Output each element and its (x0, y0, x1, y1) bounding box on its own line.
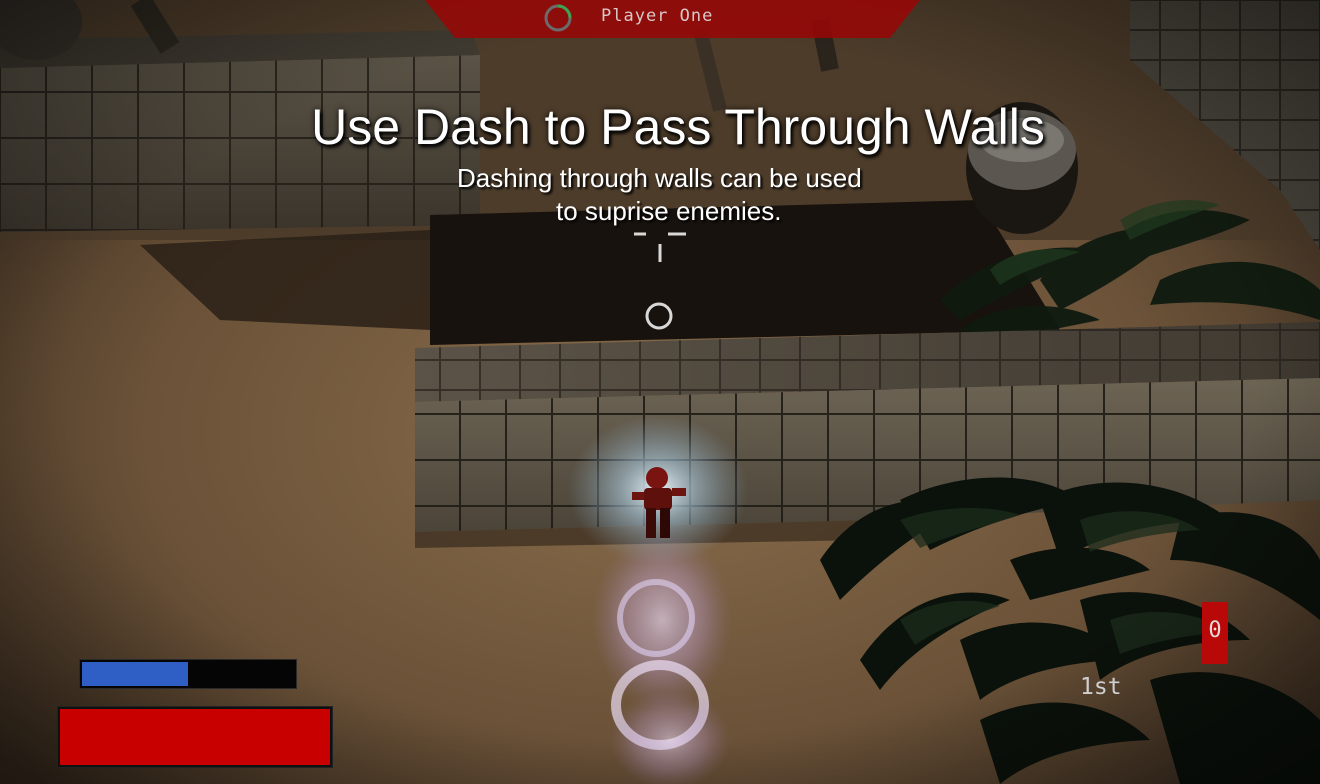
game-viewport: Player One Use Dash to Pass Through Wall… (0, 0, 1320, 784)
tutorial-title: Use Dash to Pass Through Walls (311, 99, 1045, 155)
crosshair-icon (634, 232, 686, 262)
rank-label: 1st (1080, 674, 1122, 700)
player-name: Player One (601, 6, 714, 26)
dash-meter (79, 659, 297, 689)
health-bar (57, 706, 333, 768)
tutorial-subtitle-line2: to suprise enemies. (556, 196, 782, 226)
score-counter: 0 (1202, 602, 1228, 664)
dash-meter-fill (82, 662, 188, 686)
aim-ring-icon (645, 302, 673, 330)
health-bar-fill (60, 709, 330, 765)
circular-ring-icon (544, 4, 572, 32)
tutorial-subtitle-line1: Dashing through walls can be used (457, 163, 862, 193)
